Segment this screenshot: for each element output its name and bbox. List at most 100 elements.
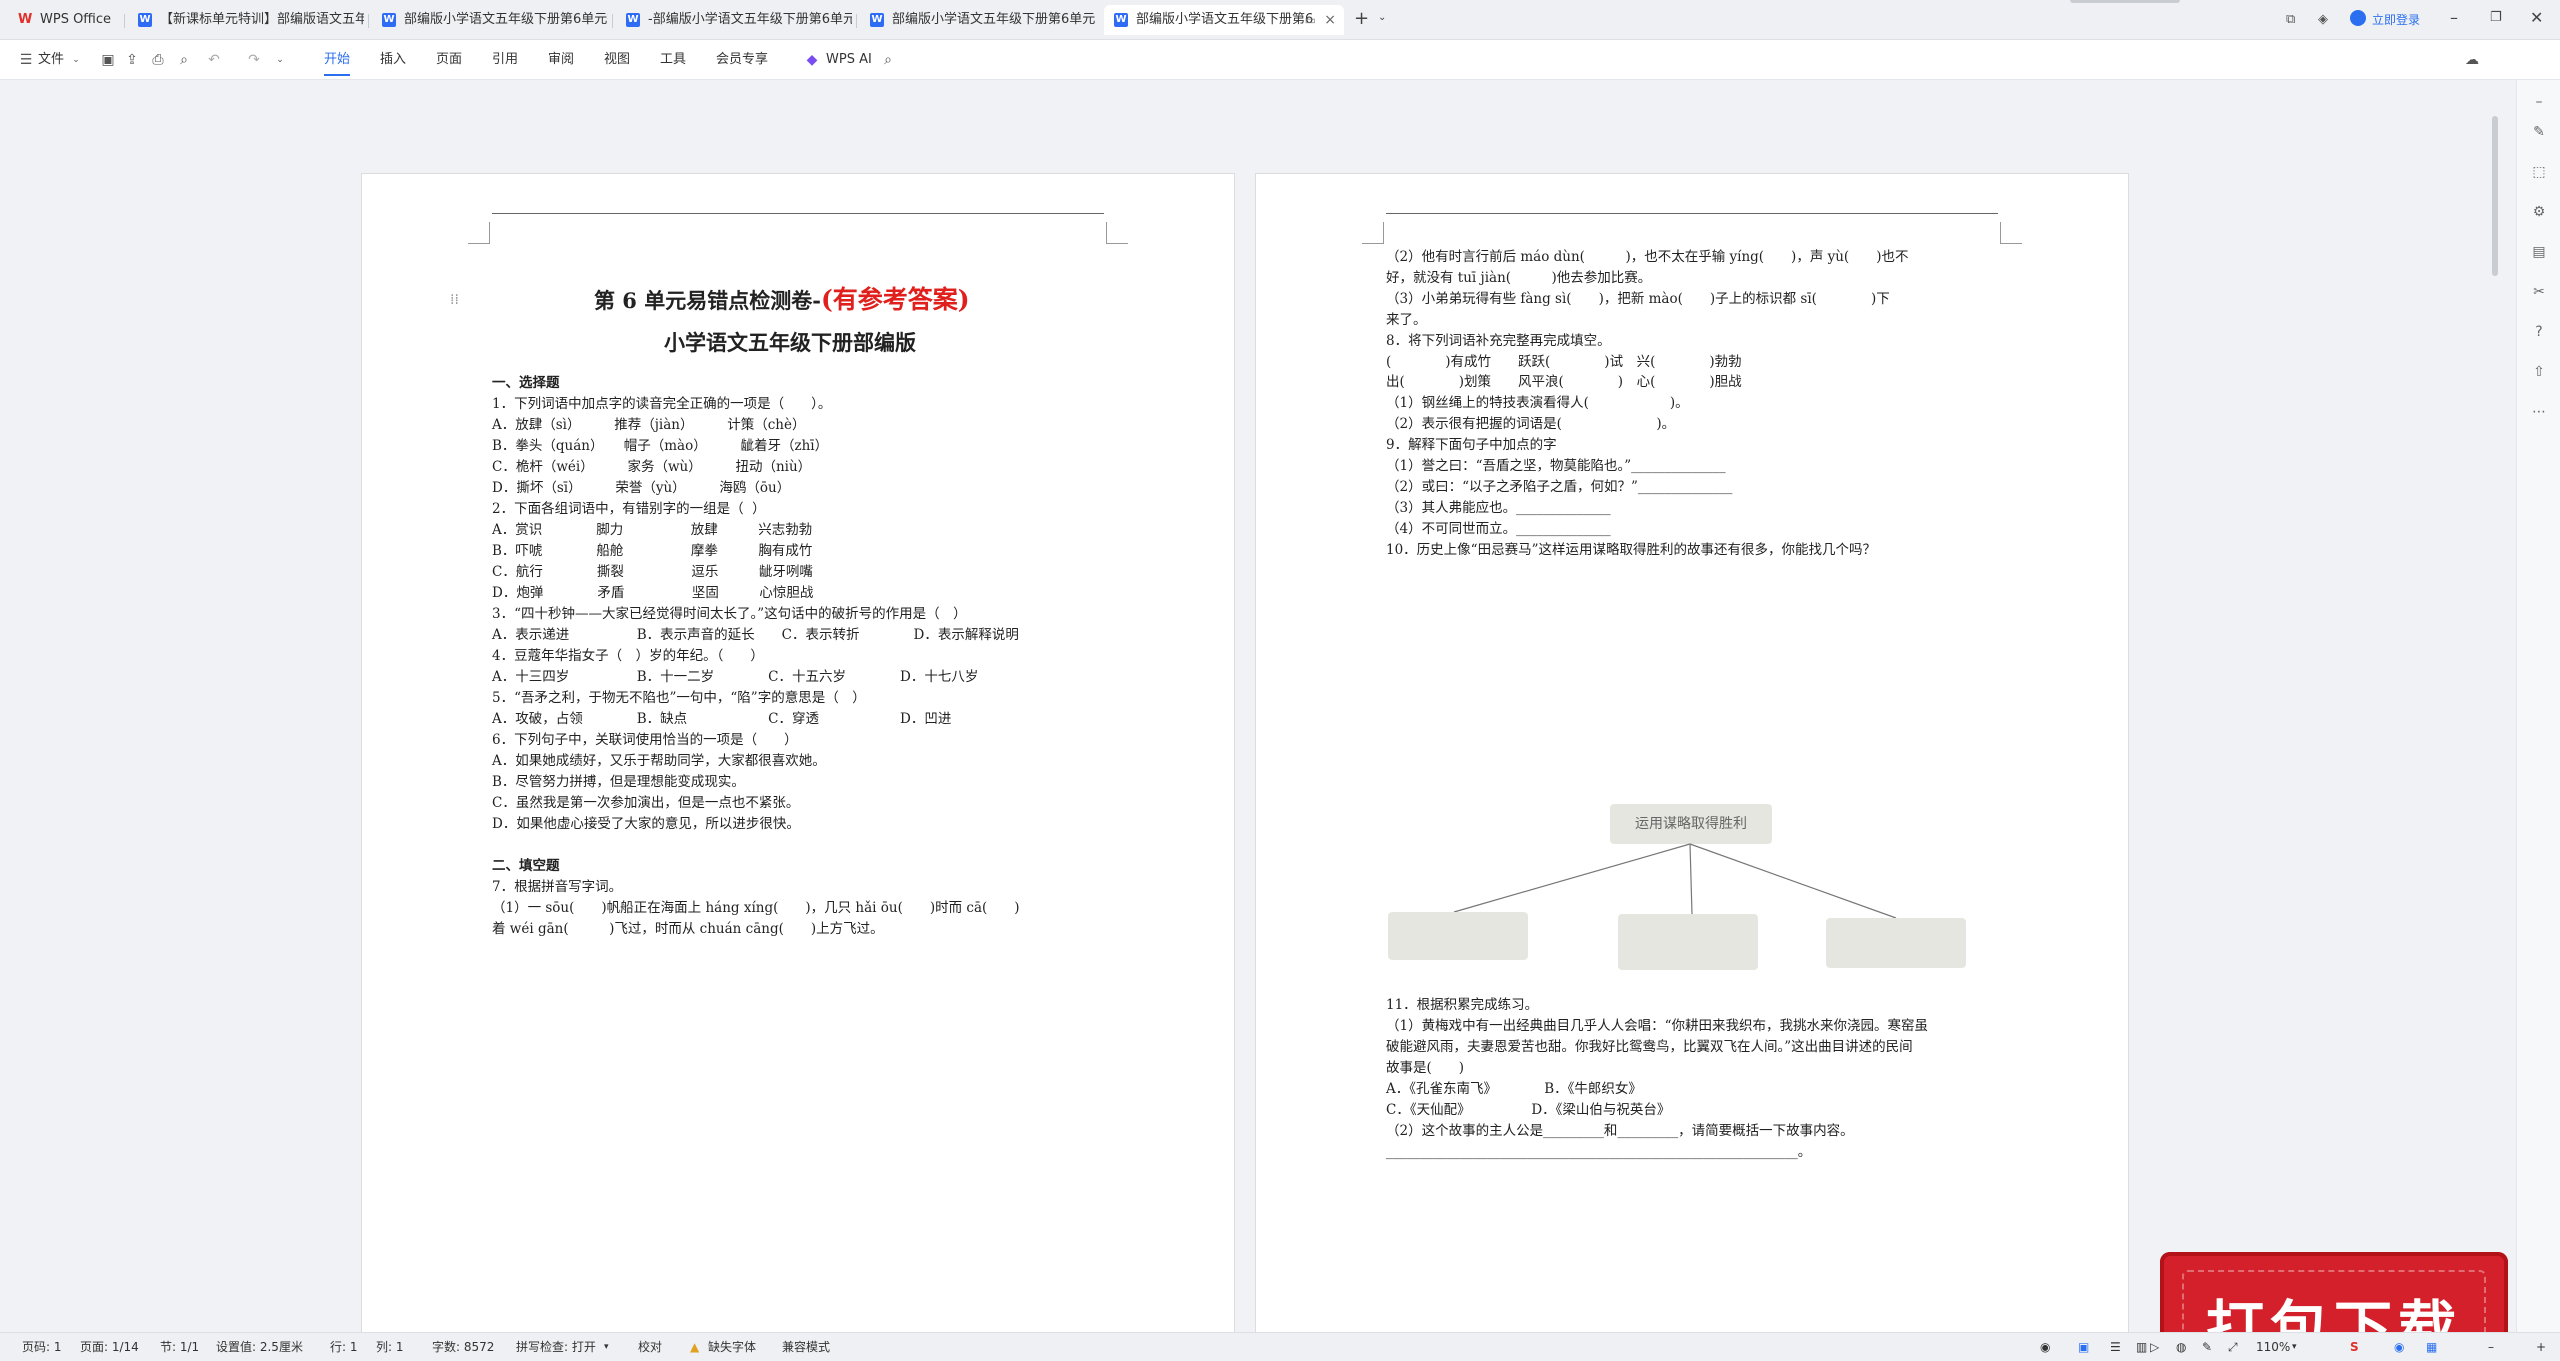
status-word-count[interactable]: 字数: 8572 [432,1333,494,1361]
skin-icon[interactable]: ◈ [2318,12,2328,27]
zoom-in-icon[interactable]: + [2536,1333,2546,1361]
format-icon[interactable]: ▤ [2531,244,2547,260]
minimize-icon[interactable]: – [2450,8,2458,27]
pen-icon[interactable]: ✎ [2202,1333,2212,1361]
user-avatar-icon[interactable] [2350,10,2366,26]
tab-document[interactable]: W -部编版小学语文五年级下册第6单元 [616,5,852,35]
status-section[interactable]: 节: 1/1 [160,1333,199,1361]
margin-corner-mark [468,222,490,244]
spell-chevron-icon[interactable]: ▾ [604,1333,609,1361]
menu-icon[interactable]: ☰ [18,52,34,68]
select-icon[interactable]: ⬚ [2531,164,2547,180]
tab-wps-home[interactable]: W WPS Office [8,5,120,35]
menu-page[interactable]: 页面 [436,40,462,80]
document-page-right[interactable]: （2）他有时言行前后 máo dùn( )，也不太在乎输 yíng( )，声 y… [1256,174,2128,1332]
window-mode-icon[interactable]: ⧉ [2286,12,2295,27]
redo-icon[interactable]: ↷ [246,52,262,68]
status-column[interactable]: 列: 1 [376,1333,404,1361]
outline-view-icon[interactable]: ☰ [2110,1333,2121,1361]
ime-icon[interactable]: S [2350,1333,2359,1361]
new-tab-icon[interactable]: + [1354,8,1369,29]
ime-settings-icon[interactable]: ▦ [2426,1333,2437,1361]
document-line: D．如果他虚心接受了大家的意见，所以进步很快。 [492,816,800,832]
word-doc-icon: W [870,13,884,27]
menu-references[interactable]: 引用 [492,40,518,80]
tab-document[interactable]: W 【新课标单元特训】部编版语文五年 [128,5,364,35]
tab-document[interactable]: W 部编版小学语文五年级下册第6单元高 [860,5,1096,35]
drag-handle-icon[interactable]: ⁞⁞ [450,292,459,308]
page-view-icon[interactable]: ▣ [2078,1333,2089,1361]
document-line: 5．“吾矛之利，于物无不陷也”一句中，“陷”字的意思是（ ） [492,690,866,706]
undo-icon[interactable]: ↶ [206,52,222,68]
menu-tools[interactable]: 工具 [660,40,686,80]
restore-icon[interactable]: ❐ [2490,10,2502,25]
tab-document-active[interactable]: W 部编版小学语文五年级下册第6 ▭ × [1104,5,1344,35]
diagram-connector [1453,843,1691,913]
menu-home[interactable]: 开始 [324,40,351,80]
document-line: 4．豆蔻年华指女子（ ）岁的年纪。（ ） [492,648,764,664]
status-proofread[interactable]: 校对 [638,1333,662,1361]
status-setting[interactable]: 设置值: 2.5厘米 [216,1333,303,1361]
vertical-scrollbar[interactable] [2490,110,2500,1330]
document-line: （2）这个故事的主人公是_________和_________，请简要概括一下故… [1386,1123,1854,1139]
document-line: B．尽管努力拼搏，但是理想能变成现实。 [492,774,745,790]
window-icon[interactable]: ▭ [1305,5,1316,35]
print-preview-icon[interactable]: ⌕ [176,52,192,68]
eye-protection-icon[interactable]: ◉ [2040,1333,2050,1361]
window-drag-handle[interactable] [2070,0,2180,3]
menu-view[interactable]: 视图 [604,40,630,80]
diagram-blank-box[interactable] [1826,918,1966,968]
diagram-blank-box[interactable] [1388,912,1528,960]
document-page-left[interactable]: ⁞⁞ 第 6 单元易错点检测卷-(有参考答案) 小学语文五年级下册部编版 一、选… [362,174,1234,1332]
status-spell-check[interactable]: 拼写检查: 打开 [516,1333,596,1361]
document-line: A．放肆（sì） 推荐（jiàn） 计策（chè） [492,417,806,433]
ime-mic-icon[interactable]: ◉ [2394,1333,2404,1361]
menu-review[interactable]: 审阅 [548,40,574,80]
file-menu[interactable]: 文件 [38,40,64,80]
share-panel-icon[interactable]: ⇧ [2531,364,2547,380]
document-line: B．拳头（quán） 帽子（mào） 龇着牙（zhī） [492,438,829,454]
tab-list-chevron-icon[interactable]: ⌄ [1378,12,1386,23]
status-missing-font[interactable]: 缺失字体 [708,1333,756,1361]
tab-document[interactable]: W 部编版小学语文五年级下册第6单元等 [372,5,608,35]
more-icon[interactable]: ⋯ [2531,404,2547,420]
zoom-out-icon[interactable]: – [2488,1333,2494,1361]
close-tab-icon[interactable]: × [1324,5,1336,35]
menu-insert[interactable]: 插入 [380,40,406,80]
zoom-level[interactable]: 110% [2256,1333,2290,1361]
scrollbar-thumb[interactable] [2492,116,2498,276]
document-title: 第 6 单元易错点检测卷-(有参考答案) [594,286,970,314]
close-window-icon[interactable]: ✕ [2530,8,2543,27]
login-link[interactable]: 立即登录 [2372,11,2420,28]
save-icon[interactable]: ▣ [100,52,116,68]
tab-bar: W WPS Office W 【新课标单元特训】部编版语文五年 W 部编版小学语文五年… [0,0,2560,40]
fit-icon[interactable]: ⤢ [2228,1333,2238,1361]
quick-access-chevron-icon[interactable]: ⌄ [272,52,288,68]
help-icon[interactable]: ? [2531,324,2547,340]
diagram-blank-box[interactable] [1618,914,1758,970]
wps-ai-button[interactable]: WPS AI [826,40,872,80]
cloud-sync-icon[interactable]: ☁ [2464,52,2480,68]
web-view-icon[interactable]: ◍ [2176,1333,2186,1361]
search-icon[interactable]: ⌕ [880,52,896,68]
title-answer-note: (有参考答案) [820,285,970,314]
file-chevron-icon[interactable]: ⌄ [68,52,84,68]
wps-logo-icon: W [18,12,33,27]
adjust-icon[interactable]: ⚙ [2531,204,2547,220]
tab-label: -部编版小学语文五年级下册第6单元 [648,12,852,27]
menu-membership[interactable]: 会员专享 [716,40,768,80]
status-row[interactable]: 行: 1 [330,1333,358,1361]
wps-ai-icon[interactable]: ◆ [804,52,820,68]
print-icon[interactable]: ⎙ [150,52,166,68]
status-page[interactable]: 页码: 1 [22,1333,62,1361]
read-view-icon[interactable]: ▥ [2136,1333,2147,1361]
zoom-chevron-icon[interactable]: ▾ [2292,1333,2297,1361]
document-canvas[interactable]: ⁞⁞ 第 6 单元易错点检测卷-(有参考答案) 小学语文五年级下册部编版 一、选… [0,80,2516,1332]
play-icon[interactable]: ▷ [2150,1333,2159,1361]
export-icon[interactable]: ⇪ [124,52,140,68]
download-promo-badge[interactable]: 打包下载 [2160,1252,2508,1332]
collapse-icon[interactable]: – [2531,94,2547,110]
status-pages[interactable]: 页面: 1/14 [80,1333,139,1361]
tools-icon[interactable]: ✂ [2531,284,2547,300]
edit-icon[interactable]: ✎ [2531,124,2547,140]
